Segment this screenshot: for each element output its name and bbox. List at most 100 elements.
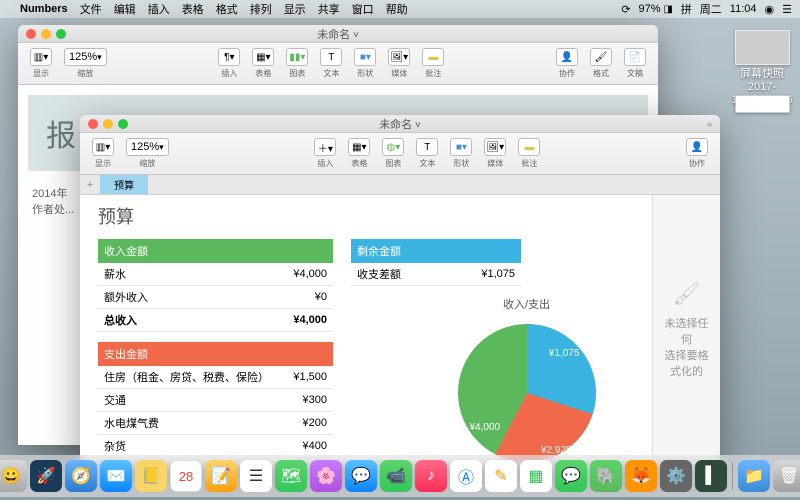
dock-facetime[interactable]: 📹 xyxy=(380,460,412,492)
view-button[interactable]: ▥▾显示 xyxy=(26,48,56,79)
clock-day[interactable]: 周二 xyxy=(700,1,722,17)
expense-table[interactable]: 支出金额 住房（租金、房贷、税费、保险）¥1,500 交通¥300 水电煤气费¥… xyxy=(98,342,333,465)
titlebar[interactable]: 未命名 ˅ xyxy=(18,25,658,43)
zoom-icon[interactable] xyxy=(118,119,128,129)
shape-button[interactable]: ■▾形状 xyxy=(446,138,476,169)
table-row: 收支差额¥1,075 xyxy=(351,263,521,286)
text-button[interactable]: T文本 xyxy=(316,48,346,79)
table-button[interactable]: ▦▾表格 xyxy=(344,138,374,169)
zoom-select[interactable]: 125% ▾缩放 xyxy=(60,48,111,79)
table-row: 住房（租金、房贷、税费、保险）¥1,500 xyxy=(98,366,333,389)
text-button[interactable]: T文本 xyxy=(412,138,442,169)
minimize-icon[interactable] xyxy=(103,119,113,129)
add-sheet-button[interactable]: + xyxy=(80,175,100,194)
expense-header: 支出金额 xyxy=(98,342,333,366)
expand-toolbar-icon[interactable]: » xyxy=(707,119,712,129)
dock-launchpad[interactable]: 🚀 xyxy=(30,460,62,492)
comment-button[interactable]: ▬批注 xyxy=(514,138,544,169)
doc-button[interactable]: 📄文稿 xyxy=(620,48,650,79)
shape-button[interactable]: ■▾形状 xyxy=(350,48,380,79)
dock: 😀 🚀 🧭 ✉️ 📒 28 📝 ☰ 🗺 🌸 💬 📹 ♪ Ⓐ ✎ ▦ 💬 🐘 🦊 … xyxy=(0,455,800,497)
dock-firefox[interactable]: 🦊 xyxy=(625,460,657,492)
dock-contacts[interactable]: 📒 xyxy=(135,460,167,492)
dock-evernote[interactable]: 🐘 xyxy=(590,460,622,492)
dock-downloads[interactable]: 📁 xyxy=(738,460,770,492)
format-sidebar: 🖌 未选择任何 选择要格式化的 xyxy=(652,195,720,465)
insert-button[interactable]: ＋▾插入 xyxy=(310,138,340,169)
notification-center-icon[interactable]: ☰ xyxy=(782,3,792,16)
dock-finder[interactable]: 😀 xyxy=(0,460,27,492)
media-button[interactable]: 🖼▾媒体 xyxy=(384,48,414,79)
dock-wechat[interactable]: 💬 xyxy=(555,460,587,492)
menu-view[interactable]: 显示 xyxy=(284,1,306,17)
menu-insert[interactable]: 插入 xyxy=(148,1,170,17)
dock-calendar[interactable]: 28 xyxy=(170,460,202,492)
dock-trash[interactable]: 🗑 xyxy=(773,460,800,492)
minimize-icon[interactable] xyxy=(41,29,51,39)
app-menu[interactable]: Numbers xyxy=(20,3,68,15)
sheet-tab-budget[interactable]: 预算 xyxy=(100,175,148,194)
dock-notes[interactable]: 📝 xyxy=(205,460,237,492)
panel-hint-2: 选择要格式化的 xyxy=(661,347,712,379)
menu-format[interactable]: 格式 xyxy=(216,1,238,17)
comment-button[interactable]: ▬批注 xyxy=(418,48,448,79)
battery-status[interactable]: 97% ◨ xyxy=(639,3,673,15)
income-table[interactable]: 收入金额 薪水¥4,000 额外收入¥0 总收入¥4,000 xyxy=(98,239,333,332)
toolbar: ▥▾显示 125% ▾缩放 ¶▾插入 ▦▾表格 ▮▮▾图表 T文本 ■▾形状 🖼… xyxy=(18,43,658,85)
menu-window[interactable]: 窗口 xyxy=(352,1,374,17)
dock-mail[interactable]: ✉️ xyxy=(100,460,132,492)
panel-hint-1: 未选择任何 xyxy=(661,315,712,347)
close-icon[interactable] xyxy=(26,29,36,39)
dock-pages[interactable]: ✎ xyxy=(485,460,517,492)
menu-edit[interactable]: 编辑 xyxy=(114,1,136,17)
view-button[interactable]: ▥▾显示 xyxy=(88,138,118,169)
insert-button[interactable]: ¶▾插入 xyxy=(214,48,244,79)
desktop-file-thumb[interactable] xyxy=(735,95,790,113)
pie-label-income: ¥4,000 xyxy=(470,422,501,433)
zoom-select[interactable]: 125% ▾缩放 xyxy=(122,138,173,169)
dock-reminders[interactable]: ☰ xyxy=(240,460,272,492)
table-row: 薪水¥4,000 xyxy=(98,263,333,286)
income-header: 收入金额 xyxy=(98,239,333,263)
pie-label-balance: ¥1,075 xyxy=(549,348,580,359)
balance-table[interactable]: 剩余金额 收支差额¥1,075 xyxy=(351,239,521,286)
dock-photos[interactable]: 🌸 xyxy=(310,460,342,492)
dock-itunes[interactable]: ♪ xyxy=(415,460,447,492)
dock-numbers[interactable]: ▦ xyxy=(520,460,552,492)
collab-button[interactable]: 👤协作 xyxy=(552,48,582,79)
media-button[interactable]: 🖼▾媒体 xyxy=(480,138,510,169)
window-title: 未命名 ˅ xyxy=(317,26,359,42)
menu-help[interactable]: 帮助 xyxy=(386,1,408,17)
table-row: 交通¥300 xyxy=(98,389,333,412)
ime-indicator[interactable]: 拼 xyxy=(681,1,692,17)
siri-icon[interactable]: ◉ xyxy=(765,3,775,16)
balance-header: 剩余金额 xyxy=(351,239,521,263)
collab-button[interactable]: 👤协作 xyxy=(682,138,712,169)
dock-appstore[interactable]: Ⓐ xyxy=(450,460,482,492)
dock-terminal[interactable]: ▌ xyxy=(695,460,727,492)
dock-sysprefs[interactable]: ⚙️ xyxy=(660,460,692,492)
titlebar[interactable]: 未命名 ˅ » xyxy=(80,115,720,133)
dock-maps[interactable]: 🗺 xyxy=(275,460,307,492)
sheet-tabbar: + 预算 xyxy=(80,175,720,195)
sheet-canvas[interactable]: 预算 收入金额 薪水¥4,000 额外收入¥0 总收入¥4,000 支出金额 住… xyxy=(80,195,720,465)
format-button[interactable]: 🖌格式 xyxy=(586,48,616,79)
brush-icon: 🖌 xyxy=(673,281,701,307)
desktop-screenshot-thumb[interactable] xyxy=(735,30,790,65)
zoom-icon[interactable] xyxy=(56,29,66,39)
table-button[interactable]: ▦▾表格 xyxy=(248,48,278,79)
close-icon[interactable] xyxy=(88,119,98,129)
clock-time[interactable]: 11:04 xyxy=(730,3,757,15)
menu-arrange[interactable]: 排列 xyxy=(250,1,272,17)
menu-share[interactable]: 共享 xyxy=(318,1,340,17)
sync-icon[interactable]: ⟳ xyxy=(621,3,630,16)
table-row: 额外收入¥0 xyxy=(98,286,333,309)
pie-chart[interactable]: ¥1,075 ¥4,000 ¥2,925 xyxy=(452,318,602,465)
chart-button[interactable]: ▮▮▾图表 xyxy=(282,48,312,79)
dock-safari[interactable]: 🧭 xyxy=(65,460,97,492)
chart-button[interactable]: ◍▾图表 xyxy=(378,138,408,169)
window-title: 未命名 ˅ xyxy=(379,116,421,132)
dock-messages[interactable]: 💬 xyxy=(345,460,377,492)
menu-file[interactable]: 文件 xyxy=(80,1,102,17)
menu-table[interactable]: 表格 xyxy=(182,1,204,17)
